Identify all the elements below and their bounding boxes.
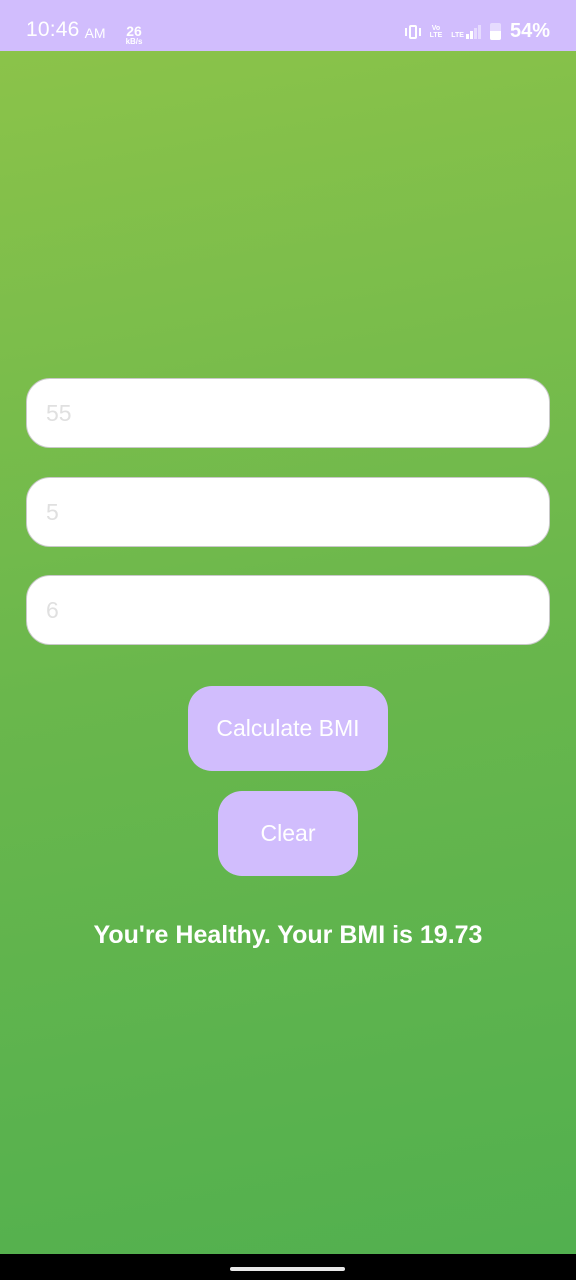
height-feet-input[interactable] — [26, 477, 550, 547]
clock-time: 10:46 — [26, 18, 80, 41]
clock-ampm: AM — [84, 25, 106, 41]
clear-button[interactable]: Clear — [218, 791, 358, 876]
height-inches-input[interactable] — [26, 575, 550, 645]
network-speed: 26 kB/s — [126, 24, 143, 46]
network-speed-value: 26 — [126, 23, 142, 39]
lte-signal-icon: LTE — [451, 24, 481, 39]
bmi-calculator-screen: Calculate BMI Clear You're Healthy. Your… — [0, 51, 576, 1254]
vibrate-icon — [404, 24, 421, 39]
battery-icon — [489, 23, 501, 40]
weight-input[interactable] — [26, 378, 550, 448]
signal-bars-icon — [465, 24, 481, 39]
volte-icon: Vo LTE — [429, 24, 443, 39]
lte-label: LTE — [451, 31, 464, 39]
bmi-result-text: You're Healthy. Your BMI is 19.73 — [93, 921, 483, 949]
calculate-bmi-button[interactable]: Calculate BMI — [188, 686, 388, 771]
network-speed-unit: kB/s — [125, 37, 143, 46]
home-gesture-handle[interactable] — [230, 1267, 345, 1271]
navigation-bar — [0, 1254, 576, 1280]
status-right: Vo LTE LTE 54% — [404, 20, 550, 43]
status-left: 10:46 AM 26 kB/s — [26, 18, 142, 46]
battery-percent: 54% — [509, 20, 550, 42]
status-bar: 10:46 AM 26 kB/s Vo LTE LTE 54% — [0, 0, 576, 51]
